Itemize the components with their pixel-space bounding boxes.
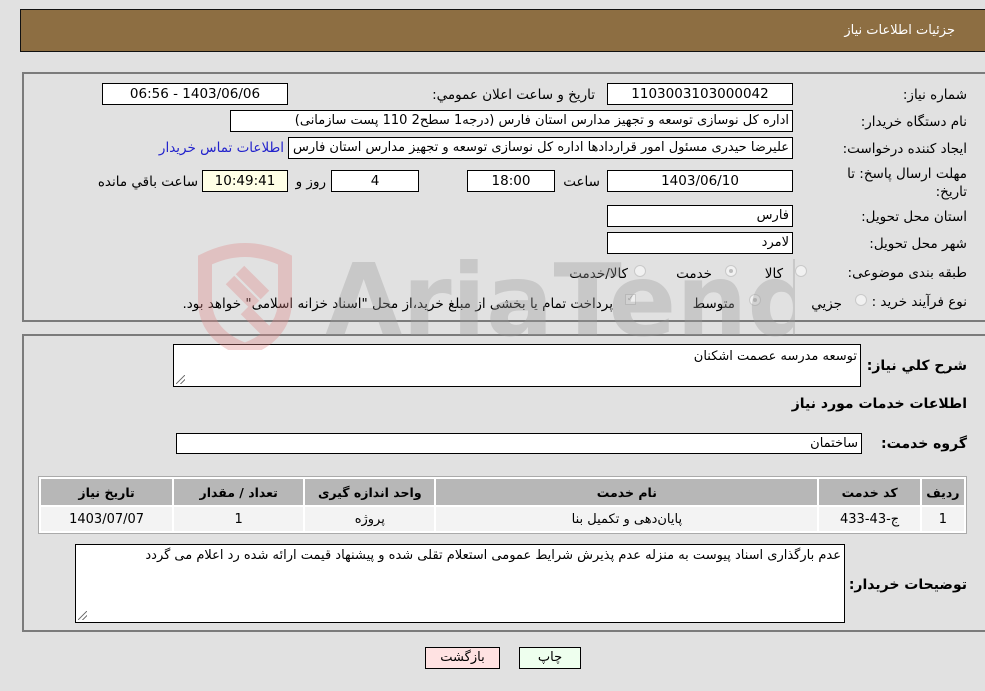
cell-service-name: پایان‌دهی و تکمیل بنا (436, 507, 818, 531)
cell-need-date: 1403/07/07 (41, 507, 173, 531)
cell-unit: پروژه (305, 507, 435, 531)
page-title: جزئیات اطلاعات نیاز (844, 23, 955, 38)
process-radio-minor[interactable] (855, 294, 867, 306)
process-type-label: نوع فرآیند خرید : (871, 294, 967, 310)
buyer-notes-textarea[interactable]: عدم بارگذاری اسناد پیوست به منزله عدم پذ… (75, 544, 845, 623)
deadline-time-label: ساعت (563, 174, 600, 190)
category-radio-goods-service[interactable] (634, 265, 646, 277)
cell-quantity: 1 (174, 507, 304, 531)
services-section-title: اطلاعات خدمات مورد نیاز (791, 396, 967, 412)
col-unit: واحد اندازه گیری (305, 479, 435, 505)
col-quantity: تعداد / مقدار (174, 479, 304, 505)
process-option-minor: جزيي (811, 296, 842, 312)
treasury-text: پرداخت تمام یا بخشی از مبلغ خرید،از محل … (182, 296, 613, 312)
buyer-org-label: نام دستگاه خریدار: (860, 114, 967, 130)
category-option-goods: کالا (764, 266, 783, 282)
remaining-time-field[interactable]: 10:49:41 (202, 170, 288, 192)
process-option-medium: متوسط (692, 296, 735, 312)
days-remaining-field[interactable]: 4 (331, 170, 419, 192)
province-field[interactable]: فارس (607, 205, 793, 227)
buyer-org-field[interactable]: اداره کل نوسازی توسعه و تجهیز مدارس استا… (230, 110, 793, 132)
deadline-date-field[interactable]: 1403/06/10 (607, 170, 793, 192)
cell-row-number: 1 (921, 507, 964, 531)
treasury-checkbox[interactable]: ✓ (625, 294, 636, 305)
table-row: 1 ج-43-433 پایان‌دهی و تکمیل بنا پروژه 1… (41, 507, 964, 531)
category-option-service: خدمت (676, 266, 712, 282)
resize-grip-icon[interactable] (78, 611, 87, 620)
announce-date-label: تاریخ و ساعت اعلان عمومي: (432, 87, 595, 103)
category-radio-service[interactable] (725, 265, 737, 277)
service-group-label: گروه خدمت: (881, 436, 967, 452)
deadline-time-field[interactable]: 18:00 (467, 170, 555, 192)
description-label: شرح کلي نیاز: (866, 358, 967, 374)
buyer-contact-link[interactable]: اطلاعات تماس خریدار (159, 140, 284, 156)
city-field[interactable]: لامرد (607, 232, 793, 254)
creator-field[interactable]: علیرضا حیدری مسئول امور قراردادها اداره … (288, 137, 793, 159)
remaining-time-label: ساعت باقي مانده (97, 174, 198, 190)
deadline-label: مهلت ارسال پاسخ: تا تاریخ: (847, 166, 967, 200)
services-table: ردیف کد خدمت نام خدمت واحد اندازه گیری ت… (38, 476, 967, 534)
col-row-number: ردیف (921, 479, 964, 505)
province-label: استان محل تحویل: (861, 209, 967, 225)
days-label: روز و (295, 174, 326, 190)
category-label: طبقه بندی موضوعی: (847, 265, 967, 281)
category-option-goods-service: کالا/خدمت (569, 266, 628, 282)
process-radio-medium[interactable] (749, 294, 761, 306)
service-group-field[interactable]: ساختمان (176, 433, 862, 454)
buyer-notes-text: عدم بارگذاری اسناد پیوست به منزله عدم پذ… (145, 548, 841, 563)
print-button[interactable]: چاپ (519, 647, 581, 669)
creator-label: ایجاد کننده درخواست: (842, 141, 967, 157)
resize-grip-icon[interactable] (176, 375, 185, 384)
need-number-label: شماره نیاز: (902, 87, 967, 103)
announce-date-field[interactable]: 1403/06/06 - 06:56 (102, 83, 288, 105)
table-header-row: ردیف کد خدمت نام خدمت واحد اندازه گیری ت… (41, 479, 964, 505)
city-label: شهر محل تحویل: (869, 236, 967, 252)
col-need-date: تاریخ نیاز (41, 479, 173, 505)
page-header: جزئیات اطلاعات نیاز (20, 9, 985, 52)
category-radio-goods[interactable] (795, 265, 807, 277)
need-number-field[interactable]: 1103003103000042 (607, 83, 793, 105)
buyer-notes-label: توضیحات خریدار: (848, 577, 967, 593)
cell-service-code: ج-43-433 (819, 507, 920, 531)
col-service-name: نام خدمت (436, 479, 818, 505)
back-button[interactable]: بازگشت (425, 647, 500, 669)
description-text: توسعه مدرسه عصمت اشکنان (693, 349, 857, 364)
description-textarea[interactable]: توسعه مدرسه عصمت اشکنان (173, 344, 861, 387)
col-service-code: کد خدمت (819, 479, 920, 505)
